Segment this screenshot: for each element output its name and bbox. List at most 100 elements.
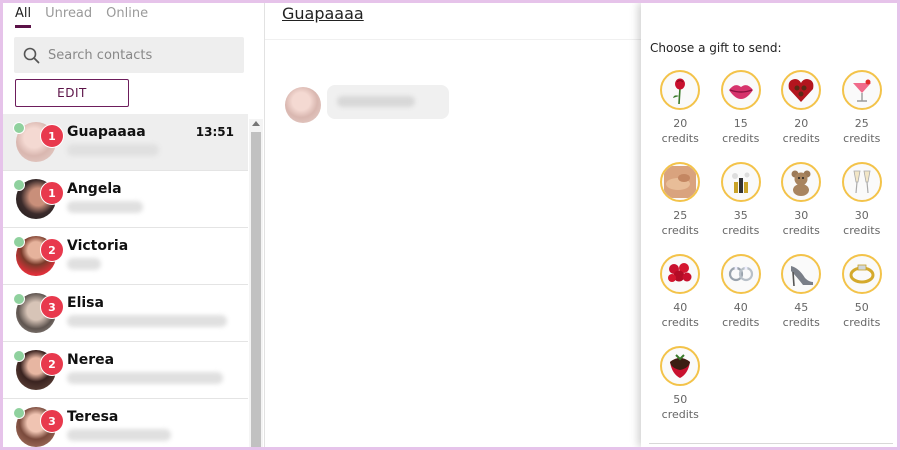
high-heels-icon — [781, 254, 822, 294]
scroll-thumb[interactable] — [251, 132, 261, 447]
gift-panel: Choose a gift to send: 20 credits 15 cre… — [641, 3, 897, 447]
online-indicator — [13, 236, 25, 248]
earrings-icon — [720, 254, 761, 294]
scroll-up-arrow-icon[interactable] — [252, 121, 260, 126]
chocolate-strawberry-icon — [660, 346, 701, 386]
cocktail-icon — [841, 70, 882, 110]
unread-count-badge: 2 — [40, 352, 64, 376]
gift-price: 35 — [733, 209, 748, 222]
gift-price-unit: credits — [661, 408, 699, 421]
gift-price: 25 — [673, 209, 688, 222]
gift-price: 50 — [854, 301, 869, 314]
unread-count-badge: 1 — [40, 124, 64, 148]
gift-price-unit: credits — [843, 316, 881, 329]
unread-count-badge: 3 — [40, 409, 64, 433]
contact-item[interactable]: 2 Victoria — [3, 228, 248, 285]
online-indicator — [13, 122, 25, 134]
blurred-message-preview — [67, 258, 101, 270]
sidebar: All Unread Online EDIT 1 Guapaaaa 13:51 — [3, 3, 265, 447]
gift-option[interactable]: 20 credits — [650, 70, 711, 158]
gift-option[interactable]: 35 credits — [711, 162, 772, 250]
gift-price-unit: credits — [782, 316, 820, 329]
gift-option[interactable]: 40 credits — [650, 254, 711, 342]
contact-item[interactable]: 2 Nerea — [3, 342, 248, 399]
contact-item[interactable]: 3 Teresa — [3, 399, 248, 447]
online-indicator — [13, 179, 25, 191]
gift-price-unit: credits — [722, 316, 760, 329]
avatar — [285, 87, 321, 123]
contact-item[interactable]: 3 Elisa — [3, 285, 248, 342]
rose-icon — [660, 70, 701, 110]
gift-price: 45 — [794, 301, 809, 314]
gift-option[interactable]: 20 credits — [771, 70, 832, 158]
gift-price: 40 — [673, 301, 688, 314]
unread-count-badge: 1 — [40, 181, 64, 205]
edit-button[interactable]: EDIT — [15, 79, 129, 107]
search-input[interactable] — [46, 46, 235, 64]
contact-time: 13:51 — [195, 125, 234, 139]
lips-icon — [720, 70, 761, 110]
gift-option[interactable]: 45 credits — [771, 254, 832, 342]
gift-price-unit: credits — [661, 132, 699, 145]
tab-unread[interactable]: Unread — [45, 6, 92, 28]
gift-price: 25 — [854, 117, 869, 130]
blurred-message-preview — [67, 144, 159, 156]
blurred-message-text — [337, 96, 415, 107]
blurred-message-preview — [67, 315, 227, 327]
unread-count-badge: 3 — [40, 295, 64, 319]
contact-item[interactable]: 1 Angela — [3, 171, 248, 228]
header-divider — [265, 39, 641, 40]
gift-price-unit: credits — [843, 224, 881, 237]
contact-name: Victoria — [67, 238, 129, 254]
tab-all[interactable]: All — [15, 6, 32, 28]
gift-option[interactable]: 15 credits — [711, 70, 772, 158]
online-indicator — [13, 293, 25, 305]
gift-price-unit: credits — [722, 224, 760, 237]
gift-panel-heading: Choose a gift to send: — [650, 41, 782, 55]
roses-bouquet-icon — [660, 254, 701, 294]
blurred-message-preview — [67, 201, 143, 213]
filter-tabs: All Unread Online — [15, 6, 148, 28]
gift-price-unit: credits — [782, 132, 820, 145]
gift-price-unit: credits — [843, 132, 881, 145]
tab-online[interactable]: Online — [106, 6, 148, 28]
contact-name: Elisa — [67, 295, 104, 311]
gift-price: 30 — [794, 209, 809, 222]
ring-icon — [841, 254, 882, 294]
gift-price: 50 — [673, 393, 688, 406]
gift-price-unit: credits — [722, 132, 760, 145]
search-icon — [23, 47, 40, 63]
gift-panel-divider — [649, 443, 893, 444]
gift-price: 20 — [673, 117, 688, 130]
contact-list-scrollbar[interactable] — [249, 119, 263, 447]
search-box — [14, 37, 244, 73]
gift-option[interactable]: 25 credits — [650, 162, 711, 250]
gift-option[interactable]: 50 credits — [832, 254, 893, 342]
app-window: All Unread Online EDIT 1 Guapaaaa 13:51 — [3, 3, 897, 447]
contact-name: Nerea — [67, 352, 115, 368]
contact-name: Angela — [67, 181, 122, 197]
gift-option[interactable]: 25 credits — [832, 70, 893, 158]
gift-option[interactable]: 30 credits — [832, 162, 893, 250]
gift-option[interactable]: 50 credits — [650, 346, 711, 434]
contact-name: Teresa — [67, 409, 119, 425]
message-bubble — [327, 85, 449, 119]
conversation-pane: Guapaaaa — [265, 3, 641, 447]
gift-price: 15 — [733, 117, 748, 130]
champagne-glasses-icon — [841, 162, 882, 202]
chocolate-box-icon — [781, 70, 822, 110]
gift-price-unit: credits — [661, 224, 699, 237]
gift-price-unit: credits — [782, 224, 820, 237]
unread-count-badge: 2 — [40, 238, 64, 262]
champagne-bottle-icon — [720, 162, 761, 202]
teddy-bear-icon — [781, 162, 822, 202]
gift-option[interactable]: 40 credits — [711, 254, 772, 342]
conversation-title[interactable]: Guapaaaa — [282, 4, 364, 23]
online-indicator — [13, 407, 25, 419]
contact-list: 1 Guapaaaa 13:51 1 Angela 2 Victoria 3 E… — [3, 114, 248, 447]
gift-price: 30 — [854, 209, 869, 222]
gift-option[interactable]: 30 credits — [771, 162, 832, 250]
gift-price-unit: credits — [661, 316, 699, 329]
contact-item[interactable]: 1 Guapaaaa 13:51 — [3, 114, 248, 171]
blurred-message-preview — [67, 372, 223, 384]
